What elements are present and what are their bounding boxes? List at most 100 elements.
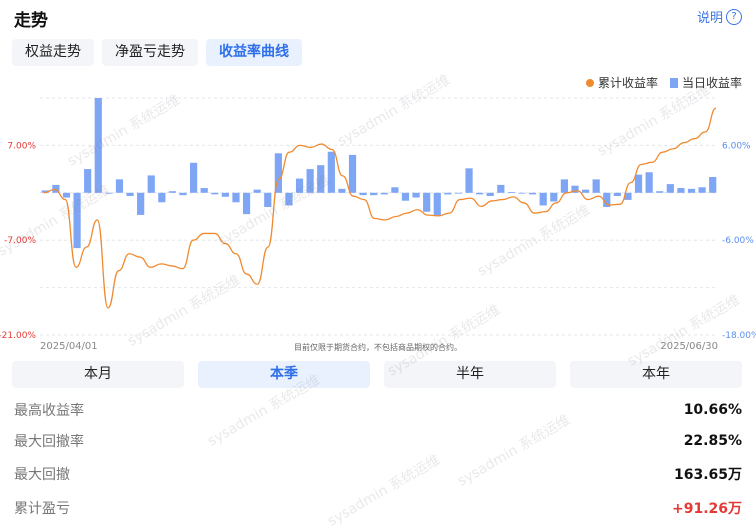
- stat-value: +91.26万: [671, 501, 742, 517]
- help-link[interactable]: 说明 ?: [697, 7, 742, 26]
- left-axis-tick: -7.00%: [4, 236, 36, 246]
- daily-return-bar: [550, 192, 558, 202]
- legend-label-cumulative: 累计收益率: [597, 76, 658, 90]
- period-selector: 本月 本季 半年 本年: [12, 361, 742, 388]
- daily-return-bar: [486, 192, 494, 196]
- daily-return-bar: [370, 192, 378, 196]
- page-title: 走势: [14, 11, 48, 31]
- daily-return-bar: [666, 184, 674, 193]
- left-axis-tick: 7.00%: [7, 141, 36, 151]
- stat-value: 163.65万: [673, 467, 742, 483]
- help-label: 说明: [696, 11, 723, 26]
- daily-return-bar: [645, 172, 653, 193]
- period-half-year[interactable]: 半年: [384, 361, 556, 388]
- daily-return-bar: [507, 192, 516, 193]
- daily-return-bar: [317, 165, 325, 193]
- daily-return-bar: [581, 189, 590, 193]
- daily-return-bar: [677, 188, 685, 193]
- daily-return-bar: [560, 179, 568, 193]
- daily-return-bar: [62, 192, 71, 198]
- daily-return-bar: [613, 192, 621, 196]
- daily-return-bar: [306, 169, 314, 193]
- daily-return-bar: [137, 192, 145, 215]
- daily-return-bar: [179, 192, 187, 196]
- daily-return-bar: [529, 192, 537, 195]
- daily-return-bar: [709, 177, 717, 193]
- cumulative-return-line: [43, 107, 717, 309]
- chart-footnote: 目前仅限于期货合约，不包括商品期权的合约。: [294, 342, 462, 352]
- daily-return-bar: [497, 184, 505, 193]
- legend-swatch-cumulative: [585, 78, 594, 87]
- daily-return-bar: [391, 187, 399, 193]
- daily-return-bar: [465, 168, 473, 193]
- daily-return-bar: [698, 187, 706, 193]
- daily-return-bar: [412, 192, 420, 198]
- daily-return-bar: [539, 192, 547, 206]
- daily-return-bar: [94, 98, 102, 193]
- daily-return-bar: [518, 192, 526, 194]
- question-circle-icon: ?: [726, 8, 742, 25]
- daily-return-bar: [687, 188, 696, 193]
- daily-return-bar: [73, 192, 81, 249]
- daily-return-bar: [634, 174, 643, 193]
- daily-return-bar: [359, 192, 367, 196]
- stat-row-cumulative-pnl: 累计盈亏 +91.26万: [14, 497, 742, 519]
- daily-return-bar: [348, 154, 357, 193]
- daily-return-bar: [200, 188, 208, 193]
- chart-legend: 累计收益率 当日收益率: [585, 74, 742, 91]
- daily-return-bar: [433, 192, 441, 216]
- daily-return-bar: [423, 192, 431, 212]
- tab-return-curve[interactable]: 收益率曲线: [206, 39, 302, 66]
- period-month[interactable]: 本月: [12, 361, 184, 388]
- daily-return-bar: [211, 192, 219, 195]
- daily-return-bar: [190, 162, 198, 193]
- daily-return-bar: [232, 192, 240, 203]
- daily-return-bar: [115, 179, 124, 193]
- daily-return-bar: [264, 192, 272, 208]
- daily-return-bar: [253, 189, 261, 193]
- stat-label: 累计盈亏: [14, 501, 70, 517]
- stat-value: 10.66%: [683, 402, 742, 418]
- x-axis-start-label: 2025/04/01: [40, 341, 98, 352]
- daily-return-bar: [84, 169, 92, 193]
- legend-swatch-daily: [669, 77, 678, 88]
- right-axis-tick: 6.00%: [722, 141, 751, 151]
- period-year[interactable]: 本年: [570, 361, 742, 388]
- legend-item-cumulative[interactable]: 累计收益率: [585, 74, 658, 91]
- return-chart[interactable]: 7.00% -7.00% -21.00% 6.00% -6.00% -18.00% 2025…: [0, 90, 756, 354]
- daily-return-bar: [285, 192, 293, 206]
- daily-return-bar: [126, 192, 134, 196]
- daily-return-bar: [444, 192, 452, 195]
- daily-return-bar: [168, 191, 177, 193]
- daily-return-bar: [327, 151, 335, 193]
- x-axis-end-label: 2025/06/30: [660, 341, 718, 352]
- tab-net-pnl-trend[interactable]: 净盈亏走势: [102, 39, 198, 66]
- daily-return-bar: [592, 179, 600, 193]
- daily-return-bar: [221, 192, 229, 197]
- daily-return-bar: [338, 188, 346, 193]
- daily-return-bar: [656, 191, 664, 193]
- right-axis-tick: -6.00%: [722, 236, 754, 246]
- daily-return-bar: [147, 175, 155, 193]
- daily-return-bar: [158, 192, 166, 203]
- stat-row-max-return: 最高收益率 10.66%: [14, 399, 742, 421]
- legend-item-daily[interactable]: 当日收益率: [669, 74, 742, 91]
- period-quarter[interactable]: 本季: [198, 361, 370, 388]
- daily-return-bar: [295, 178, 304, 193]
- stat-label: 最高收益率: [14, 403, 84, 419]
- stat-value: 22.85%: [683, 433, 742, 449]
- legend-label-daily: 当日收益率: [681, 76, 742, 90]
- tab-equity-trend[interactable]: 权益走势: [12, 39, 94, 66]
- stat-label: 最大回撤: [14, 467, 70, 483]
- stat-row-max-drawdown: 最大回撤 163.65万: [14, 463, 742, 485]
- stat-label: 最大回撤率: [14, 434, 84, 450]
- daily-return-bar: [476, 192, 484, 195]
- daily-return-bar: [454, 192, 463, 194]
- daily-return-bar: [105, 192, 113, 194]
- daily-return-bar: [401, 192, 410, 201]
- right-axis-tick: -18.00%: [722, 331, 756, 341]
- chart-tabs: 权益走势 净盈亏走势 收益率曲线: [12, 39, 302, 66]
- daily-return-bar: [242, 192, 251, 215]
- daily-return-bar: [380, 192, 388, 195]
- stat-row-max-drawdown-rate: 最大回撤率 22.85%: [14, 430, 742, 452]
